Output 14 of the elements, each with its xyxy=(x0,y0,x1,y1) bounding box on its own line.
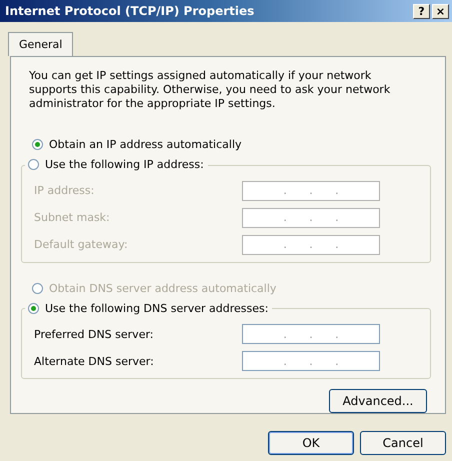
window-title: Internet Protocol (TCP/IP) Properties xyxy=(5,4,254,18)
field-label: IP address: xyxy=(34,184,94,198)
field-label: Alternate DNS server: xyxy=(34,354,154,368)
description-text: You can get IP settings assigned automatically if your network supports this capability. Otherwise, you need to ask your network administrator for the appropriate IP settings. xyxy=(29,69,392,111)
close-button[interactable]: × xyxy=(432,4,449,18)
radio-option[interactable]: Obtain an IP address automatically xyxy=(29,135,431,155)
field-label: Subnet mask: xyxy=(34,211,110,224)
field-label: Default gateway: xyxy=(34,238,128,252)
help-button[interactable]: ? xyxy=(413,4,430,18)
advanced-button[interactable]: Advanced... xyxy=(329,389,427,414)
tab[interactable]: General xyxy=(8,32,74,56)
field-label: Preferred DNS server: xyxy=(34,328,154,341)
ok-button[interactable]: OK xyxy=(268,431,354,455)
cancel-button[interactable]: Cancel xyxy=(360,431,446,455)
